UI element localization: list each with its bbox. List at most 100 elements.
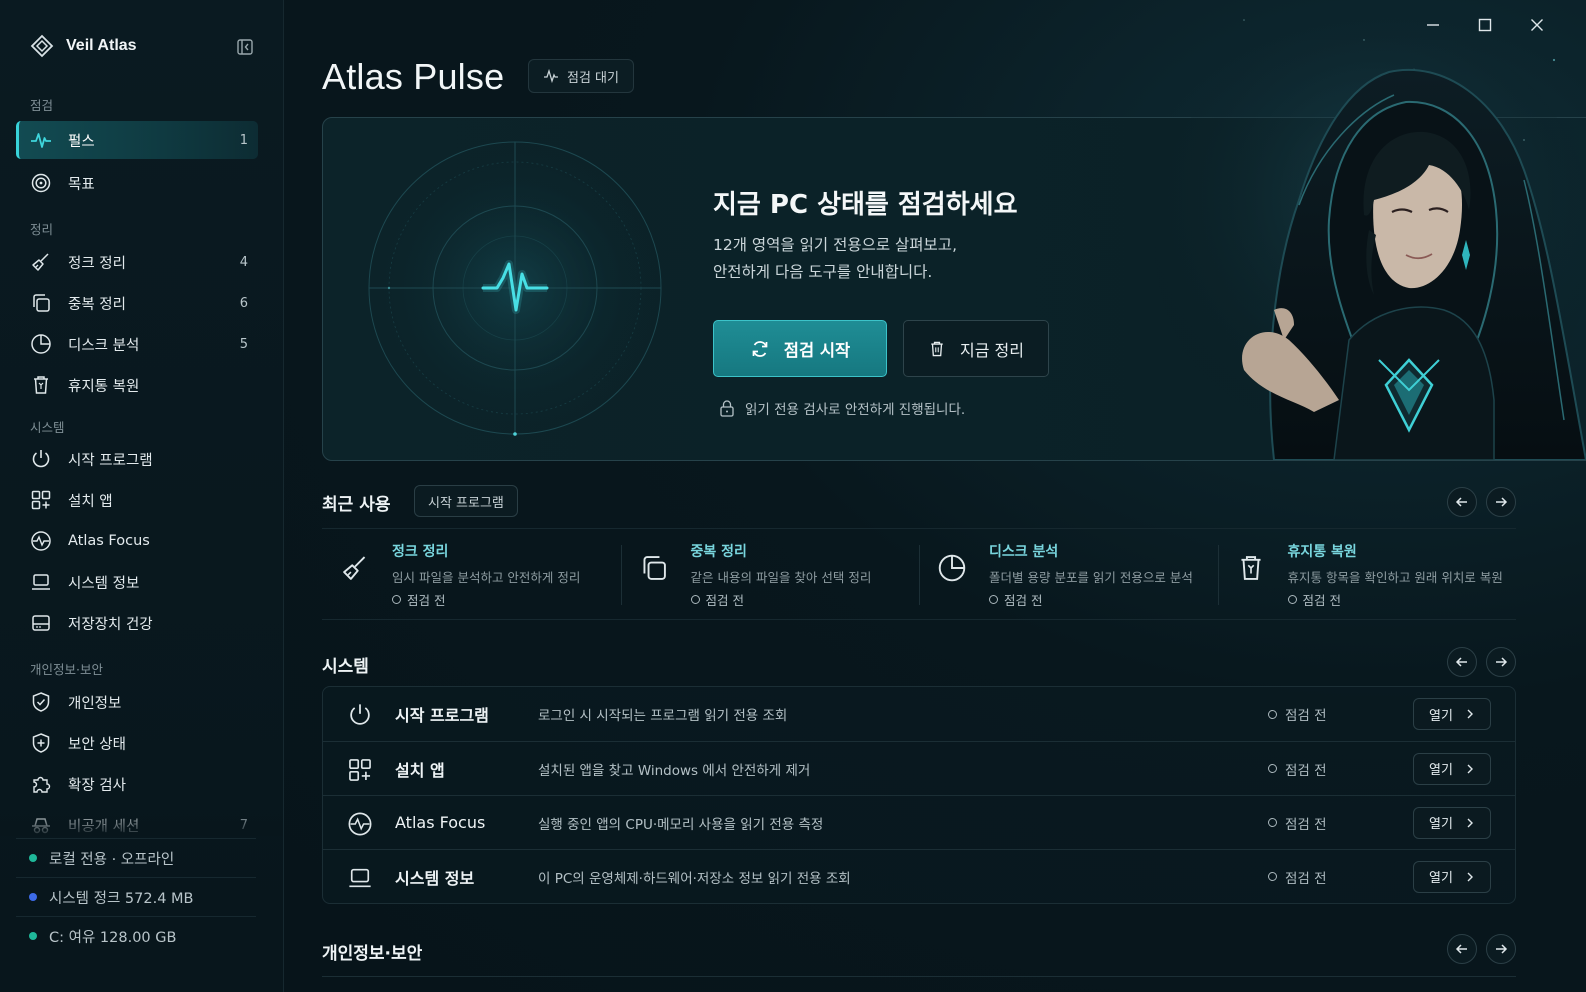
collapse-sidebar-icon[interactable]: [236, 38, 254, 56]
sidebar-item-goal[interactable]: 목표: [16, 164, 258, 202]
sidebar-item-label: Atlas Focus: [68, 533, 150, 549]
recent-prev-button[interactable]: [1447, 487, 1477, 517]
sidebar-item-label: 설치 앱: [68, 493, 113, 510]
status-circle-icon: [1268, 872, 1277, 881]
focus-pulse-icon: [348, 812, 372, 836]
clean-now-button[interactable]: 지금 정리: [903, 320, 1049, 377]
pulse-icon: [544, 68, 558, 84]
arrow-left-icon: [1455, 497, 1467, 507]
sidebar-item-extensions[interactable]: 확장 검사: [16, 765, 258, 803]
chevron-right-icon: [1467, 764, 1473, 773]
status-free-space: C: 여유 128.00 GB: [16, 916, 256, 955]
close-icon[interactable]: [1526, 14, 1548, 36]
recent-cards: 정크 정리 임시 파일을 분석하고 안전하게 정리 점검 전 중복 정리 같은 …: [322, 528, 1516, 620]
sidebar-item-count: 7: [239, 817, 248, 833]
status-circle-icon: [1268, 818, 1277, 827]
sidebar-item-label: 비공개 세션: [68, 818, 140, 835]
maximize-icon[interactable]: [1474, 14, 1496, 36]
recent-card-desc: 휴지통 항목을 확인하고 원래 위치로 복원: [1287, 570, 1503, 585]
recent-card-title: 정크 정리: [392, 544, 449, 560]
sidebar-item-count: 1: [239, 132, 248, 148]
sidebar-item-storage-health[interactable]: 저장장치 건강: [16, 604, 258, 642]
laptop-icon: [349, 868, 371, 888]
sidebar-item-privacy[interactable]: 개인정보: [16, 683, 258, 721]
system-row-atlas-focus[interactable]: Atlas Focus 실행 중인 앱의 CPU·메모리 사용을 읽기 전용 측…: [323, 795, 1515, 849]
open-label: 열기: [1429, 871, 1453, 886]
recent-card-disk[interactable]: 디스크 분석 폴더별 용량 분포를 읽기 전용으로 분석 점검 전: [919, 529, 1218, 619]
sidebar-item-junk[interactable]: 정크 정리 4: [16, 243, 258, 281]
arrow-left-icon: [1455, 657, 1467, 667]
sidebar-item-label: 개인정보: [68, 695, 122, 712]
sidebar-item-label: 휴지통 복원: [68, 378, 140, 395]
system-row-installed-apps[interactable]: 설치 앱 설치된 앱을 찾고 Windows 에서 안전하게 제거 점검 전 열…: [323, 741, 1515, 795]
sidebar-item-startup[interactable]: 시작 프로그램: [16, 440, 258, 478]
system-row-system-info[interactable]: 시스템 정보 이 PC의 운영체제·하드웨어·저장소 정보 읽기 전용 조회 점…: [323, 849, 1515, 903]
sidebar-item-disk[interactable]: 디스크 분석 5: [16, 325, 258, 363]
hero-subtitle-line: 안전하게 다음 도구를 안내합니다.: [713, 263, 933, 281]
status-area: 로컬 전용 · 오프라인 시스템 정크 572.4 MB C: 여유 128.0…: [16, 838, 256, 955]
recent-card-status: 점검 전: [989, 590, 1042, 609]
sidebar-item-label: 정크 정리: [68, 255, 126, 272]
hero-subtitle: 12개 영역을 읽기 전용으로 살펴보고, 안전하게 다음 도구를 안내합니다.: [713, 232, 1113, 286]
trash-icon: [931, 341, 943, 356]
target-icon: [30, 172, 52, 194]
recent-card-status: 점검 전: [392, 590, 445, 609]
system-row-status: 점검 전: [1268, 759, 1327, 779]
status-circle-icon: [1268, 709, 1277, 719]
sidebar-item-count: 6: [239, 295, 248, 311]
open-button[interactable]: 열기: [1413, 806, 1491, 839]
start-check-button[interactable]: 점검 시작: [713, 320, 887, 377]
sidebar-item-count: 5: [239, 336, 248, 352]
arrow-right-icon: [1496, 497, 1508, 507]
diamond-logo-icon: [30, 34, 54, 58]
system-row-status: 점검 전: [1268, 867, 1327, 887]
system-prev-button[interactable]: [1447, 647, 1477, 677]
open-button[interactable]: 열기: [1413, 752, 1491, 785]
copy-icon: [30, 292, 52, 314]
shield-plus-icon: [30, 732, 52, 754]
sidebar-item-duplicate[interactable]: 중복 정리 6: [16, 284, 258, 322]
sidebar-item-label: 목표: [68, 176, 95, 193]
privacy-prev-button[interactable]: [1447, 934, 1477, 964]
trash-icon: [1240, 556, 1261, 580]
section-label-clean: 정리: [30, 222, 54, 237]
recent-card-title: 중복 정리: [690, 544, 747, 560]
recent-filter-chip[interactable]: 시작 프로그램: [414, 485, 518, 517]
open-button[interactable]: 열기: [1413, 698, 1491, 730]
sidebar-item-security[interactable]: 보안 상태: [16, 724, 258, 762]
sidebar-item-system-info[interactable]: 시스템 정보: [16, 563, 258, 601]
apps-grid-icon: [349, 759, 371, 781]
privacy-section-title: 개인정보·보안: [322, 944, 423, 964]
recent-card-junk[interactable]: 정크 정리 임시 파일을 분석하고 안전하게 정리 점검 전: [322, 529, 621, 619]
sidebar-item-trash[interactable]: 휴지통 복원: [16, 366, 258, 404]
open-label: 열기: [1429, 708, 1453, 724]
incognito-icon: [30, 814, 52, 836]
arrow-right-icon: [1496, 944, 1508, 954]
system-row-startup[interactable]: 시작 프로그램 로그인 시 시작되는 프로그램 읽기 전용 조회 점검 전 열기: [323, 687, 1515, 741]
recent-card-title: 디스크 분석: [989, 544, 1059, 560]
refresh-icon: [752, 340, 768, 357]
privacy-next-button[interactable]: [1486, 934, 1516, 964]
recent-card-desc: 폴더별 용량 분포를 읽기 전용으로 분석: [989, 570, 1193, 585]
system-row-status-text: 점검 전: [1285, 762, 1327, 779]
status-text: 시스템 정크 572.4 MB: [49, 890, 194, 907]
sidebar-item-installed-apps[interactable]: 설치 앱: [16, 481, 258, 519]
shield-check-icon: [30, 691, 52, 713]
system-next-button[interactable]: [1486, 647, 1516, 677]
status-chip: 점검 대기: [528, 59, 634, 93]
hooded-mage-illustration: [1154, 40, 1586, 460]
puzzle-icon: [30, 773, 52, 795]
recent-card-duplicate[interactable]: 중복 정리 같은 내용의 파일을 찾아 선택 정리 점검 전: [620, 529, 920, 619]
system-row-status-text: 점검 전: [1285, 870, 1327, 887]
status-dot: [29, 932, 37, 940]
open-button[interactable]: 열기: [1413, 860, 1491, 893]
recent-card-trash[interactable]: 휴지통 복원 휴지통 항목을 확인하고 원래 위치로 복원 점검 전: [1217, 529, 1517, 619]
system-row-title: 시작 프로그램: [395, 706, 489, 725]
sidebar-item-atlas-focus[interactable]: Atlas Focus: [16, 522, 258, 560]
sidebar-item-pulse[interactable]: 펄스 1: [16, 121, 258, 159]
system-section-title: 시스템: [322, 657, 369, 677]
status-text: 로컬 전용 · 오프라인: [49, 851, 175, 868]
sidebar-item-label: 보안 상태: [68, 736, 126, 753]
minimize-icon[interactable]: [1422, 14, 1444, 36]
recent-next-button[interactable]: [1486, 487, 1516, 517]
